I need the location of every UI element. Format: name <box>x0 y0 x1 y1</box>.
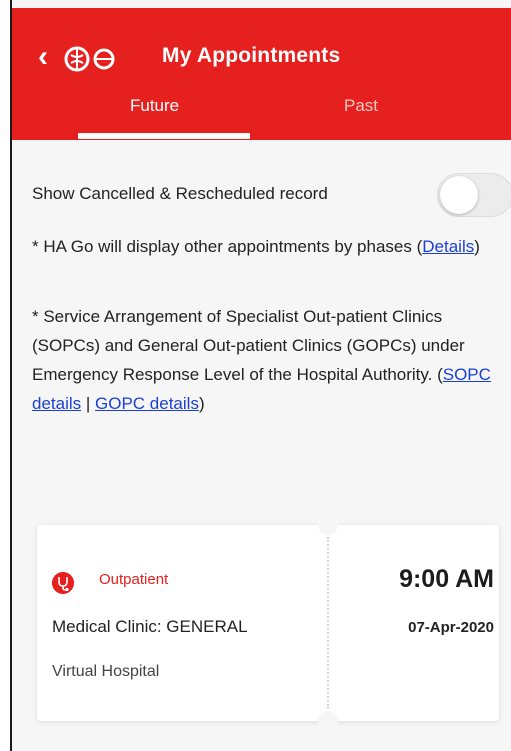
card-divider <box>327 537 329 709</box>
appointment-type: Outpatient <box>99 571 169 588</box>
card-notch-bottom <box>318 711 338 731</box>
hospital-name: Virtual Hospital <box>52 663 160 680</box>
app-header: ‹ My Appointments Future Past <box>12 8 511 140</box>
service-arrangement-note: * Service Arrangement of Specialist Out-… <box>32 302 502 418</box>
page-title: My Appointments <box>162 44 341 67</box>
appointment-card[interactable]: Outpatient Medical Clinic: GENERAL Virtu… <box>37 515 499 731</box>
active-tab-indicator <box>78 133 250 139</box>
toggle-knob <box>440 176 478 214</box>
link-separator: | <box>81 394 96 413</box>
tab-past[interactable]: Past <box>344 96 378 116</box>
app-screen: ‹ My Appointments Future Past Show Cance… <box>10 0 511 751</box>
details-link[interactable]: Details <box>422 237 474 256</box>
appointments-content: Show Cancelled & Rescheduled record * HA… <box>12 140 511 751</box>
phases-note: * HA Go will display other appointments … <box>32 232 502 261</box>
appointment-time: 9:00 AM <box>399 565 494 593</box>
phases-note-end: ) <box>474 237 480 256</box>
chevron-left-icon[interactable]: ‹ <box>38 42 48 72</box>
phases-note-text: * HA Go will display other appointments … <box>32 237 423 256</box>
stethoscope-icon <box>52 572 74 594</box>
service-arrangement-end: ) <box>198 394 205 413</box>
show-cancelled-label: Show Cancelled & Rescheduled record <box>32 184 328 203</box>
appointment-date: 07-Apr-2020 <box>408 619 494 636</box>
gopc-details-link[interactable]: GOPC details <box>95 394 199 413</box>
clinic-name: Medical Clinic: GENERAL <box>52 617 248 636</box>
show-cancelled-toggle[interactable] <box>437 173 511 217</box>
card-notch-top <box>318 515 338 535</box>
service-arrangement-text: * Service Arrangement of Specialist Out-… <box>32 307 465 384</box>
ha-go-logo-icon <box>64 46 115 72</box>
tab-future[interactable]: Future <box>130 96 179 116</box>
